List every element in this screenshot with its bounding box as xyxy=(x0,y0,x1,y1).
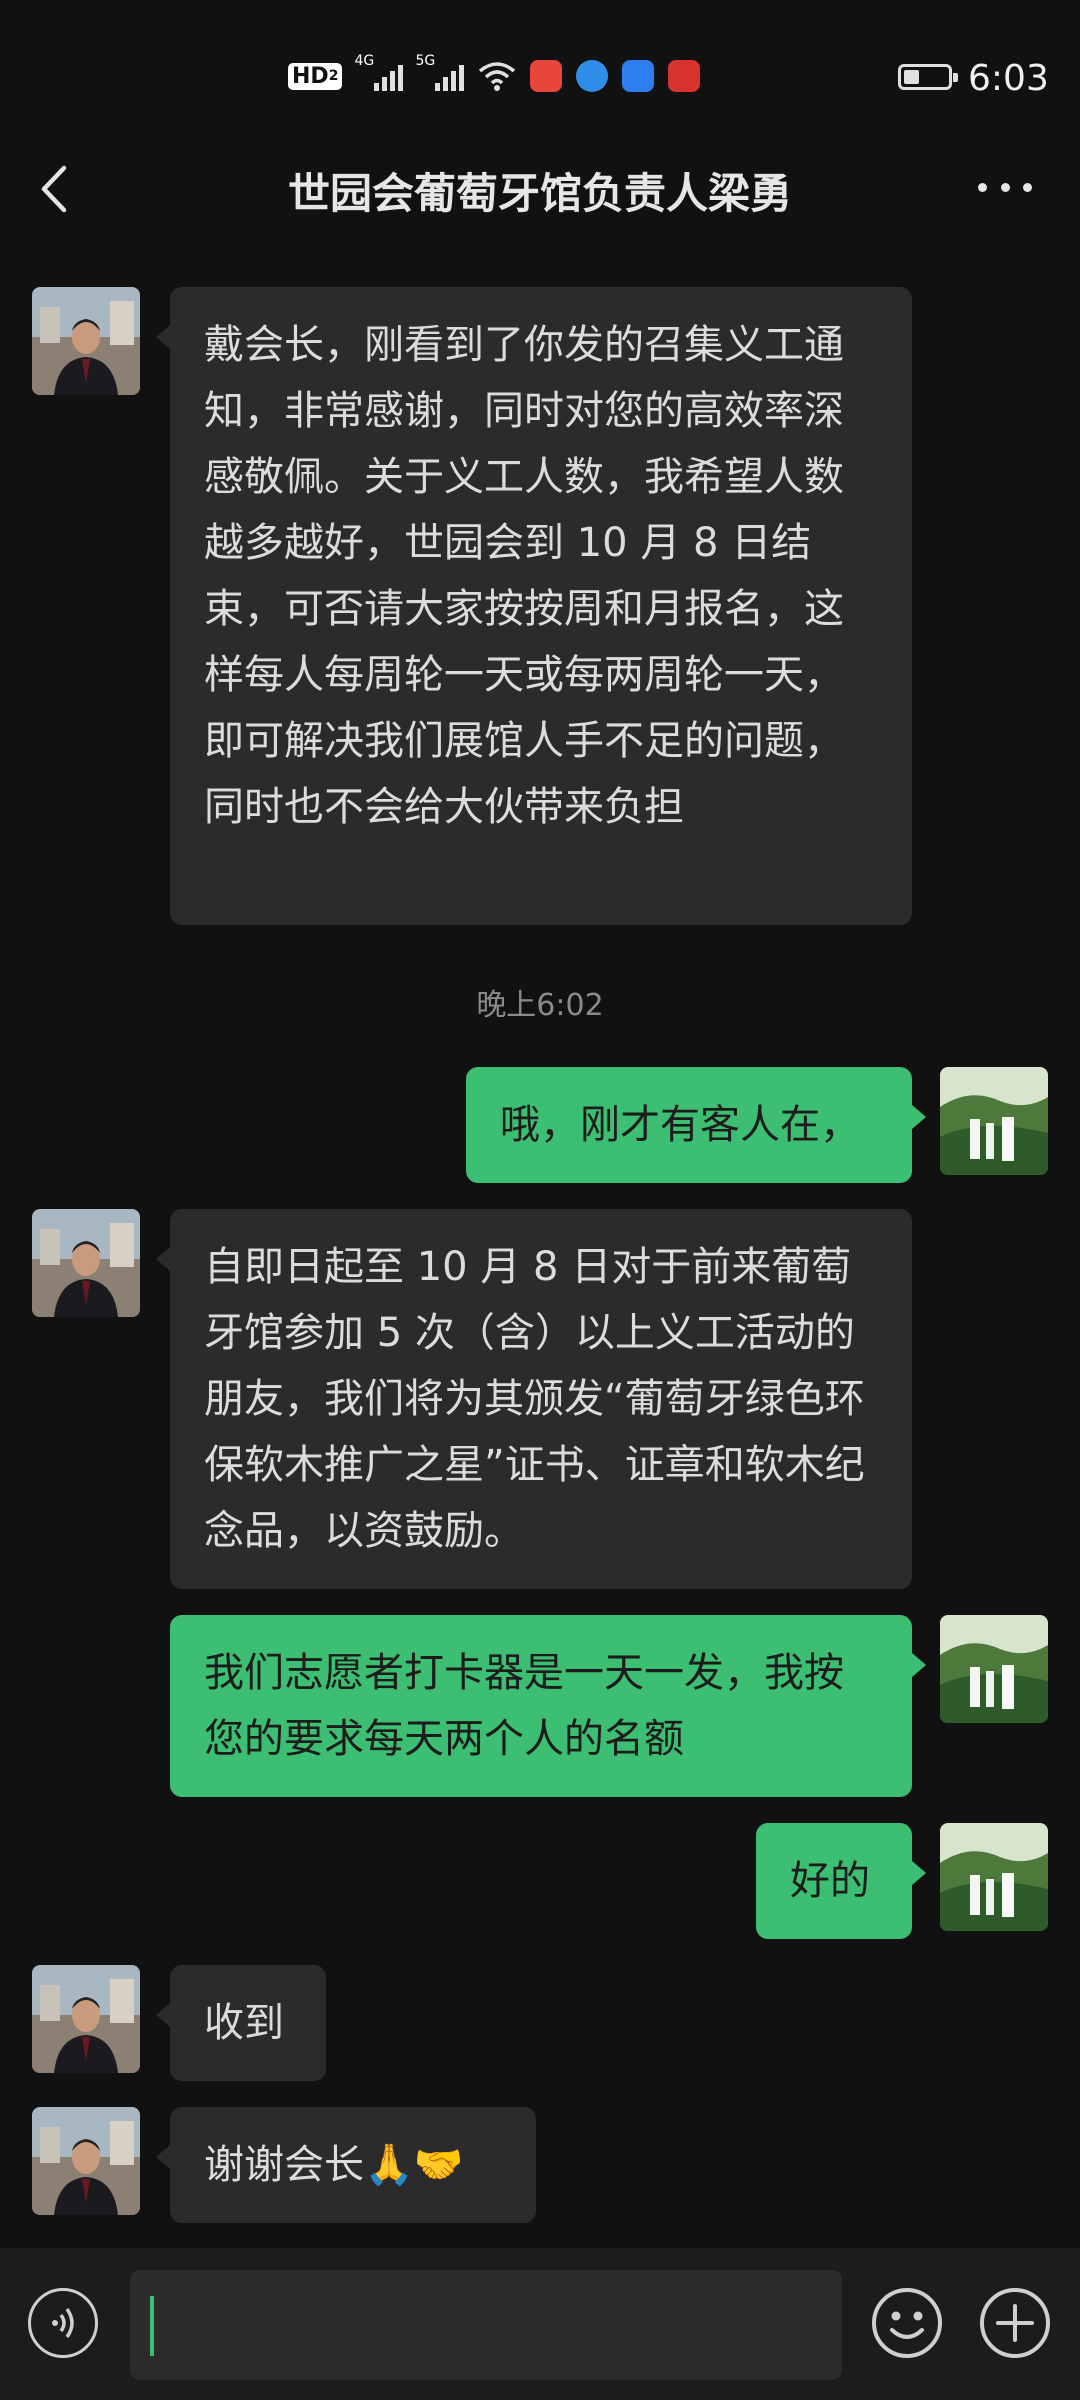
text-caret xyxy=(150,2296,154,2356)
incoming-message-bubble[interactable]: 收到 xyxy=(156,1965,326,2081)
hd-icon: HD 2 xyxy=(288,62,343,90)
more-dots-icon xyxy=(978,182,987,192)
more-options-button[interactable] xyxy=(978,172,1032,202)
battery-icon xyxy=(898,64,958,90)
my-avatar[interactable] xyxy=(940,1823,1048,1931)
message-input[interactable] xyxy=(130,2270,842,2380)
voice-input-button[interactable] xyxy=(28,2288,98,2358)
my-avatar[interactable] xyxy=(940,1067,1048,1175)
status-icons: HD 2 4G 5G xyxy=(288,53,701,92)
wifi-icon xyxy=(478,61,516,91)
message-item: 收到 xyxy=(0,1965,1080,2081)
message-timestamp: 晚上6:02 xyxy=(476,988,604,1023)
message-item: 戴会长，刚看到了你发的召集义工通知，非常感谢，同时对您的高效率深感敬佩。关于义工… xyxy=(0,287,1080,925)
message-item: 好的 xyxy=(0,1823,1080,1939)
cloud-notification-icon xyxy=(622,60,655,92)
status-bar: HD 2 4G 5G 6:03 xyxy=(0,0,1080,160)
emoji-icon xyxy=(872,2288,942,2358)
clock: 6:03 xyxy=(968,58,1049,99)
message-item: 谢谢会长🙏🤝 xyxy=(0,2107,1080,2223)
contact-avatar[interactable] xyxy=(32,2107,140,2215)
contact-avatar[interactable] xyxy=(32,287,140,395)
plus-icon xyxy=(980,2288,1050,2358)
voice-icon xyxy=(52,2307,74,2339)
app-notification-icon xyxy=(530,60,563,92)
network-label-4g: 4G xyxy=(354,53,375,69)
message-item: 自即日起至 10 月 8 日对于前来葡萄牙馆参加 5 次（含）以上义工活动的朋友… xyxy=(0,1209,1080,1589)
signal-5g-icon: 5G xyxy=(415,53,465,91)
battery-level xyxy=(904,70,919,84)
heart-app-notification-icon xyxy=(668,60,701,92)
incoming-message-bubble[interactable]: 谢谢会长🙏🤝 xyxy=(156,2107,536,2223)
outgoing-message-bubble[interactable]: 好的 xyxy=(756,1823,926,1939)
hd-sub: 2 xyxy=(328,68,339,84)
emoji-button[interactable] xyxy=(870,2286,944,2360)
message-item: 我们志愿者打卡器是一天一发，我按您的要求每天两个人的名额 xyxy=(0,1615,1080,1797)
chat-title: 世园会葡萄牙馆负责人梁勇 xyxy=(287,169,792,218)
message-item: 哦，刚才有客人在， xyxy=(0,1067,1080,1183)
outgoing-message-bubble[interactable]: 哦，刚才有客人在， xyxy=(466,1067,926,1183)
network-label-5g: 5G xyxy=(415,53,436,69)
incoming-message-bubble[interactable]: 戴会长，刚看到了你发的召集义工通知，非常感谢，同时对您的高效率深感敬佩。关于义工… xyxy=(156,287,912,925)
contact-avatar[interactable] xyxy=(32,1965,140,2073)
hd-label: HD xyxy=(292,63,329,89)
more-actions-button[interactable] xyxy=(978,2286,1052,2360)
chevron-left-icon xyxy=(41,165,67,213)
back-button[interactable] xyxy=(36,164,76,214)
my-avatar[interactable] xyxy=(940,1615,1048,1723)
outgoing-message-bubble[interactable]: 我们志愿者打卡器是一天一发，我按您的要求每天两个人的名额 xyxy=(170,1615,926,1797)
input-bar xyxy=(0,2248,1080,2400)
contact-avatar[interactable] xyxy=(32,1209,140,1317)
signal-4g-icon: 4G xyxy=(354,53,404,91)
incoming-message-bubble[interactable]: 自即日起至 10 月 8 日对于前来葡萄牙馆参加 5 次（含）以上义工活动的朋友… xyxy=(156,1209,912,1589)
browser-notification-icon xyxy=(576,60,609,92)
